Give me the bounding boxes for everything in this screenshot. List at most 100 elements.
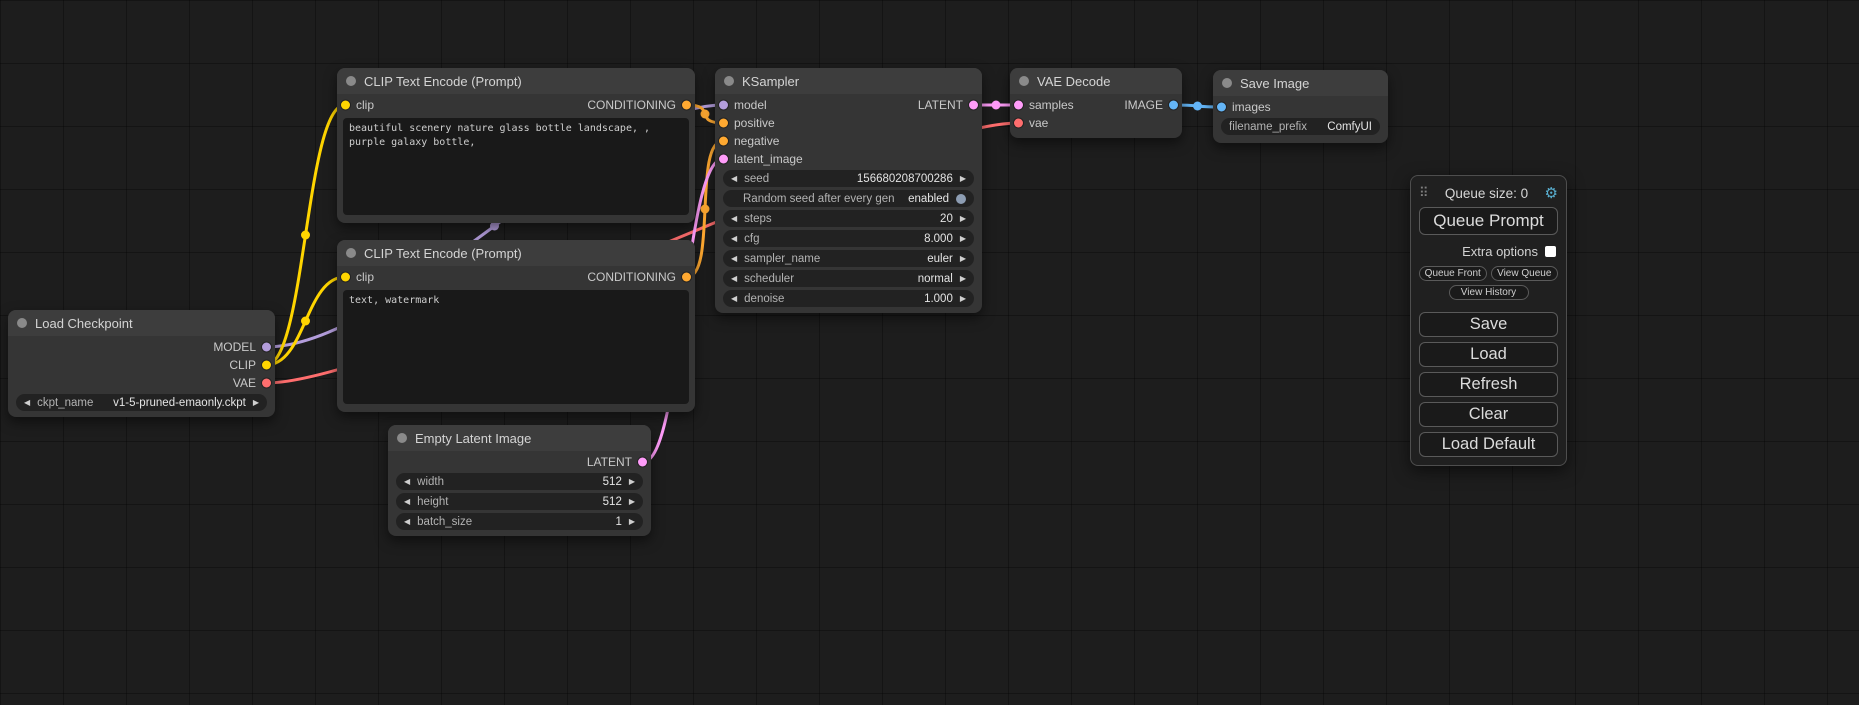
- collapse-dot-icon[interactable]: [1222, 78, 1232, 88]
- conditioning-output-port[interactable]: [682, 273, 691, 282]
- view-queue-button[interactable]: View Queue: [1491, 266, 1559, 281]
- width-widget[interactable]: ◀ width 512 ▶: [396, 473, 643, 490]
- decrement-arrow-icon[interactable]: ◀: [404, 478, 410, 486]
- queue-menu-panel: ⠿ Queue size: 0 ⚙ Queue Prompt Extra opt…: [1410, 175, 1567, 466]
- model-output-port[interactable]: [262, 343, 271, 352]
- input-label: positive: [734, 116, 775, 130]
- vae-input-port[interactable]: [1014, 119, 1023, 128]
- steps-widget[interactable]: ◀ steps 20 ▶: [723, 210, 974, 227]
- queue-size-label: Queue size: 0: [1445, 186, 1528, 201]
- increment-arrow-icon[interactable]: ▶: [629, 498, 635, 506]
- increment-arrow-icon[interactable]: ▶: [960, 215, 966, 223]
- load-button[interactable]: Load: [1419, 342, 1558, 367]
- negative-prompt-textarea[interactable]: text, watermark: [343, 290, 689, 404]
- negative-input-port[interactable]: [719, 137, 728, 146]
- widget-value: 156680208700286: [857, 173, 953, 185]
- decrement-arrow-icon[interactable]: ◀: [731, 275, 737, 283]
- vae-output-port[interactable]: [262, 379, 271, 388]
- queue-prompt-button[interactable]: Queue Prompt: [1419, 207, 1558, 235]
- view-history-button[interactable]: View History: [1449, 285, 1529, 300]
- model-input-port[interactable]: [719, 101, 728, 110]
- positive-prompt-textarea[interactable]: beautiful scenery nature glass bottle la…: [343, 118, 689, 215]
- image-output-port[interactable]: [1169, 101, 1178, 110]
- increment-arrow-icon[interactable]: ▶: [253, 399, 259, 407]
- decrement-arrow-icon[interactable]: ◀: [731, 255, 737, 263]
- increment-arrow-icon[interactable]: ▶: [629, 478, 635, 486]
- toggle-knob-icon[interactable]: [956, 194, 966, 204]
- increment-arrow-icon[interactable]: ▶: [960, 235, 966, 243]
- clip-output-port[interactable]: [262, 361, 271, 370]
- graph-canvas[interactable]: Load Checkpoint MODEL CLIP VAE ◀ ckpt_na…: [0, 0, 1859, 705]
- node-vae-decode[interactable]: VAE Decode samples IMAGE vae: [1010, 68, 1182, 138]
- collapse-dot-icon[interactable]: [724, 76, 734, 86]
- collapse-dot-icon[interactable]: [346, 248, 356, 258]
- widget-name: filename_prefix: [1229, 121, 1307, 133]
- collapse-dot-icon[interactable]: [397, 433, 407, 443]
- latent-output-port[interactable]: [638, 458, 647, 467]
- images-input-port[interactable]: [1217, 103, 1226, 112]
- collapse-dot-icon[interactable]: [17, 318, 27, 328]
- node-title: VAE Decode: [1037, 74, 1110, 89]
- save-button[interactable]: Save: [1419, 312, 1558, 337]
- latent-image-input-port[interactable]: [719, 155, 728, 164]
- denoise-widget[interactable]: ◀ denoise 1.000 ▶: [723, 290, 974, 307]
- node-title-bar[interactable]: Save Image: [1213, 70, 1388, 96]
- settings-gear-icon[interactable]: ⚙: [1545, 184, 1558, 202]
- node-ksampler[interactable]: KSampler model LATENT positive negative …: [715, 68, 982, 313]
- cfg-widget[interactable]: ◀ cfg 8.000 ▶: [723, 230, 974, 247]
- node-load-checkpoint[interactable]: Load Checkpoint MODEL CLIP VAE ◀ ckpt_na…: [8, 310, 275, 417]
- positive-input-port[interactable]: [719, 119, 728, 128]
- decrement-arrow-icon[interactable]: ◀: [731, 175, 737, 183]
- sampler-name-widget[interactable]: ◀ sampler_name euler ▶: [723, 250, 974, 267]
- conditioning-output-port[interactable]: [682, 101, 691, 110]
- node-empty-latent-image[interactable]: Empty Latent Image LATENT ◀ width 512 ▶ …: [388, 425, 651, 536]
- decrement-arrow-icon[interactable]: ◀: [404, 498, 410, 506]
- latent-output-port[interactable]: [969, 101, 978, 110]
- extra-options-checkbox[interactable]: [1545, 246, 1556, 257]
- increment-arrow-icon[interactable]: ▶: [960, 295, 966, 303]
- decrement-arrow-icon[interactable]: ◀: [731, 235, 737, 243]
- random-seed-toggle-widget[interactable]: Random seed after every gen enabled: [723, 190, 974, 207]
- node-title-bar[interactable]: KSampler: [715, 68, 982, 94]
- widget-value: 1.000: [924, 293, 953, 305]
- widget-name: scheduler: [744, 273, 794, 285]
- batch-size-widget[interactable]: ◀ batch_size 1 ▶: [396, 513, 643, 530]
- node-title-bar[interactable]: Empty Latent Image: [388, 425, 651, 451]
- samples-input-port[interactable]: [1014, 101, 1023, 110]
- input-label: clip: [356, 98, 374, 112]
- node-title-bar[interactable]: Load Checkpoint: [8, 310, 275, 336]
- node-clip-text-encode-negative[interactable]: CLIP Text Encode (Prompt) clip CONDITION…: [337, 240, 695, 412]
- queue-front-button[interactable]: Queue Front: [1419, 266, 1487, 281]
- decrement-arrow-icon[interactable]: ◀: [24, 399, 30, 407]
- node-title-bar[interactable]: CLIP Text Encode (Prompt): [337, 240, 695, 266]
- scheduler-widget[interactable]: ◀ scheduler normal ▶: [723, 270, 974, 287]
- widget-value: 8.000: [924, 233, 953, 245]
- increment-arrow-icon[interactable]: ▶: [960, 275, 966, 283]
- height-widget[interactable]: ◀ height 512 ▶: [396, 493, 643, 510]
- ckpt-name-widget[interactable]: ◀ ckpt_name v1-5-pruned-emaonly.ckpt ▶: [16, 394, 267, 411]
- node-clip-text-encode-positive[interactable]: CLIP Text Encode (Prompt) clip CONDITION…: [337, 68, 695, 223]
- output-label: LATENT: [587, 455, 632, 469]
- seed-widget[interactable]: ◀ seed 156680208700286 ▶: [723, 170, 974, 187]
- load-default-button[interactable]: Load Default: [1419, 432, 1558, 457]
- collapse-dot-icon[interactable]: [1019, 76, 1029, 86]
- drag-handle-icon[interactable]: ⠿: [1419, 185, 1429, 201]
- widget-name: height: [417, 496, 448, 508]
- increment-arrow-icon[interactable]: ▶: [960, 175, 966, 183]
- clip-input-port[interactable]: [341, 101, 350, 110]
- decrement-arrow-icon[interactable]: ◀: [731, 215, 737, 223]
- clip-input-port[interactable]: [341, 273, 350, 282]
- decrement-arrow-icon[interactable]: ◀: [731, 295, 737, 303]
- widget-name: seed: [744, 173, 769, 185]
- node-save-image[interactable]: Save Image images filename_prefix ComfyU…: [1213, 70, 1388, 143]
- refresh-button[interactable]: Refresh: [1419, 372, 1558, 397]
- increment-arrow-icon[interactable]: ▶: [960, 255, 966, 263]
- widget-name: width: [417, 476, 444, 488]
- collapse-dot-icon[interactable]: [346, 76, 356, 86]
- node-title-bar[interactable]: VAE Decode: [1010, 68, 1182, 94]
- node-title-bar[interactable]: CLIP Text Encode (Prompt): [337, 68, 695, 94]
- filename-prefix-widget[interactable]: filename_prefix ComfyUI: [1221, 118, 1380, 135]
- decrement-arrow-icon[interactable]: ◀: [404, 518, 410, 526]
- clear-button[interactable]: Clear: [1419, 402, 1558, 427]
- increment-arrow-icon[interactable]: ▶: [629, 518, 635, 526]
